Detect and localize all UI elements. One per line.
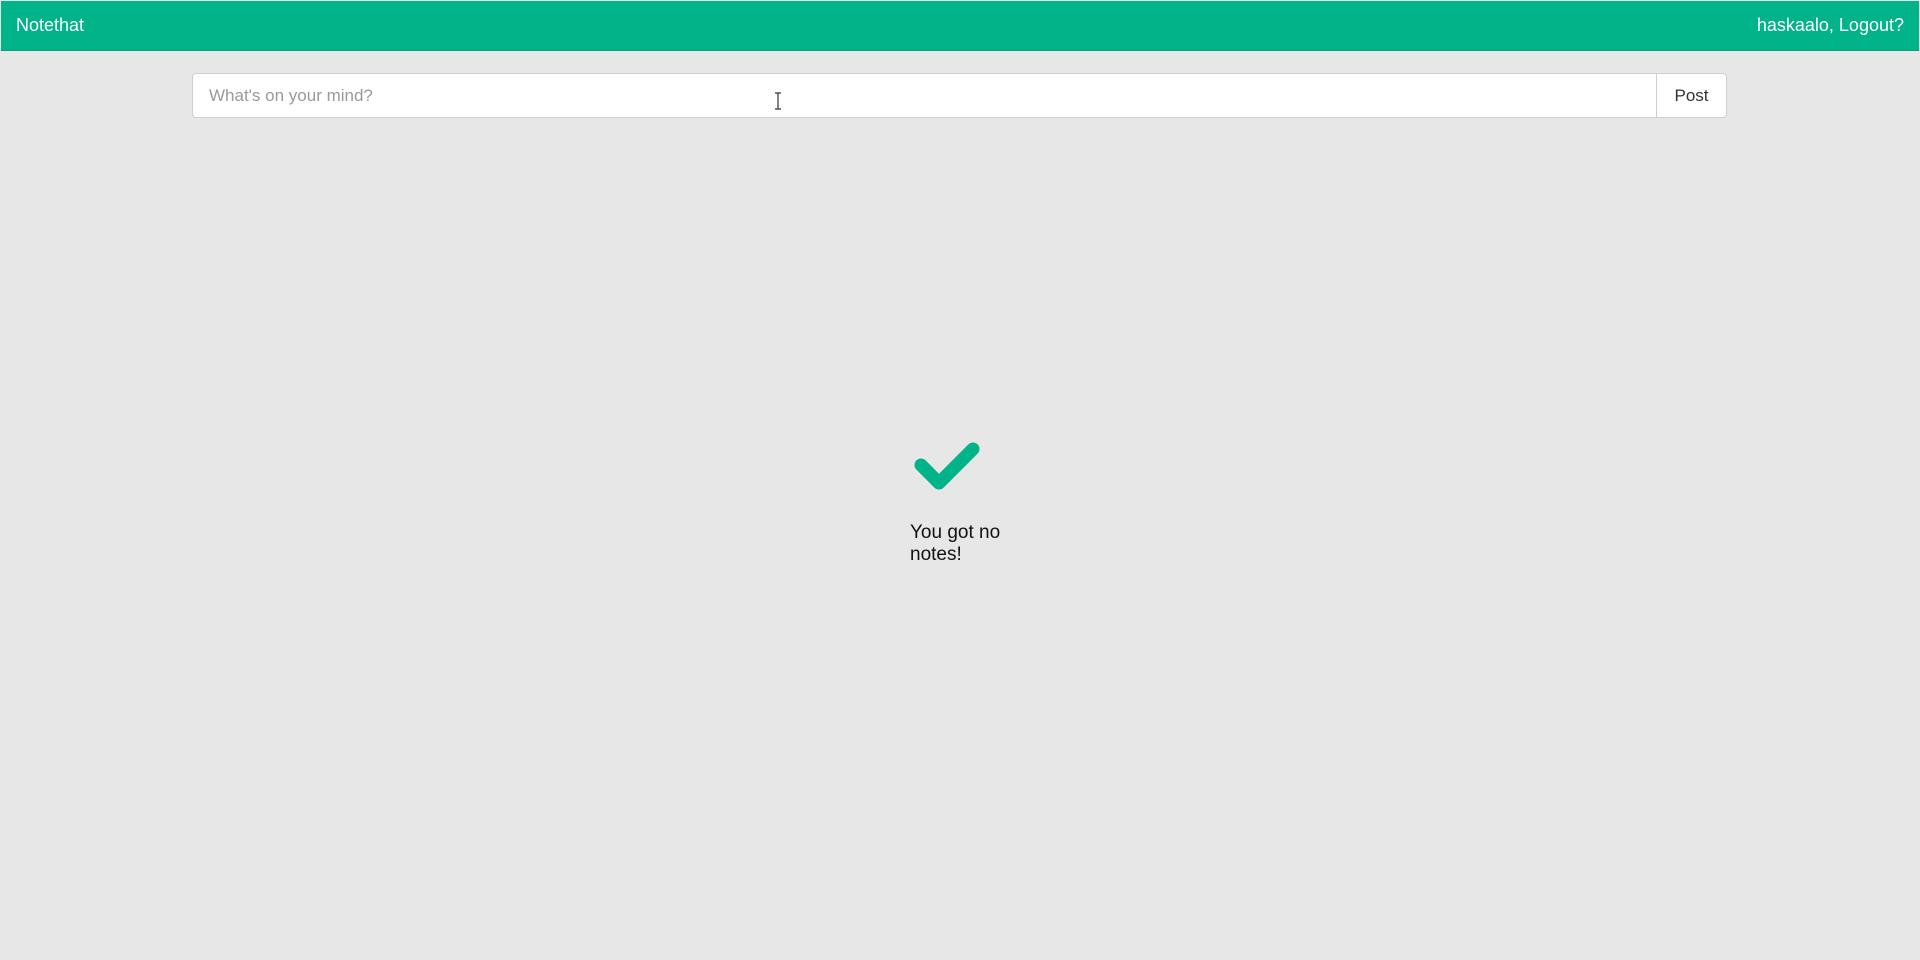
checkmark-icon: [914, 442, 980, 490]
user-separator: ,: [1828, 15, 1839, 35]
user-menu: haskaalo, Logout?: [1757, 1, 1904, 50]
empty-state: You got no notes!: [910, 440, 1020, 566]
logout-link[interactable]: Logout?: [1839, 15, 1904, 35]
note-composer: Post: [192, 73, 1727, 118]
brand-logo-link[interactable]: Notethat: [16, 1, 84, 50]
top-navbar: Notethat haskaalo, Logout?: [1, 1, 1919, 51]
empty-state-message: You got no notes!: [910, 522, 1001, 565]
note-input[interactable]: [192, 73, 1656, 118]
username-label: haskaalo: [1756, 15, 1829, 35]
text-cursor-icon: [775, 92, 781, 110]
post-button[interactable]: Post: [1656, 73, 1727, 118]
